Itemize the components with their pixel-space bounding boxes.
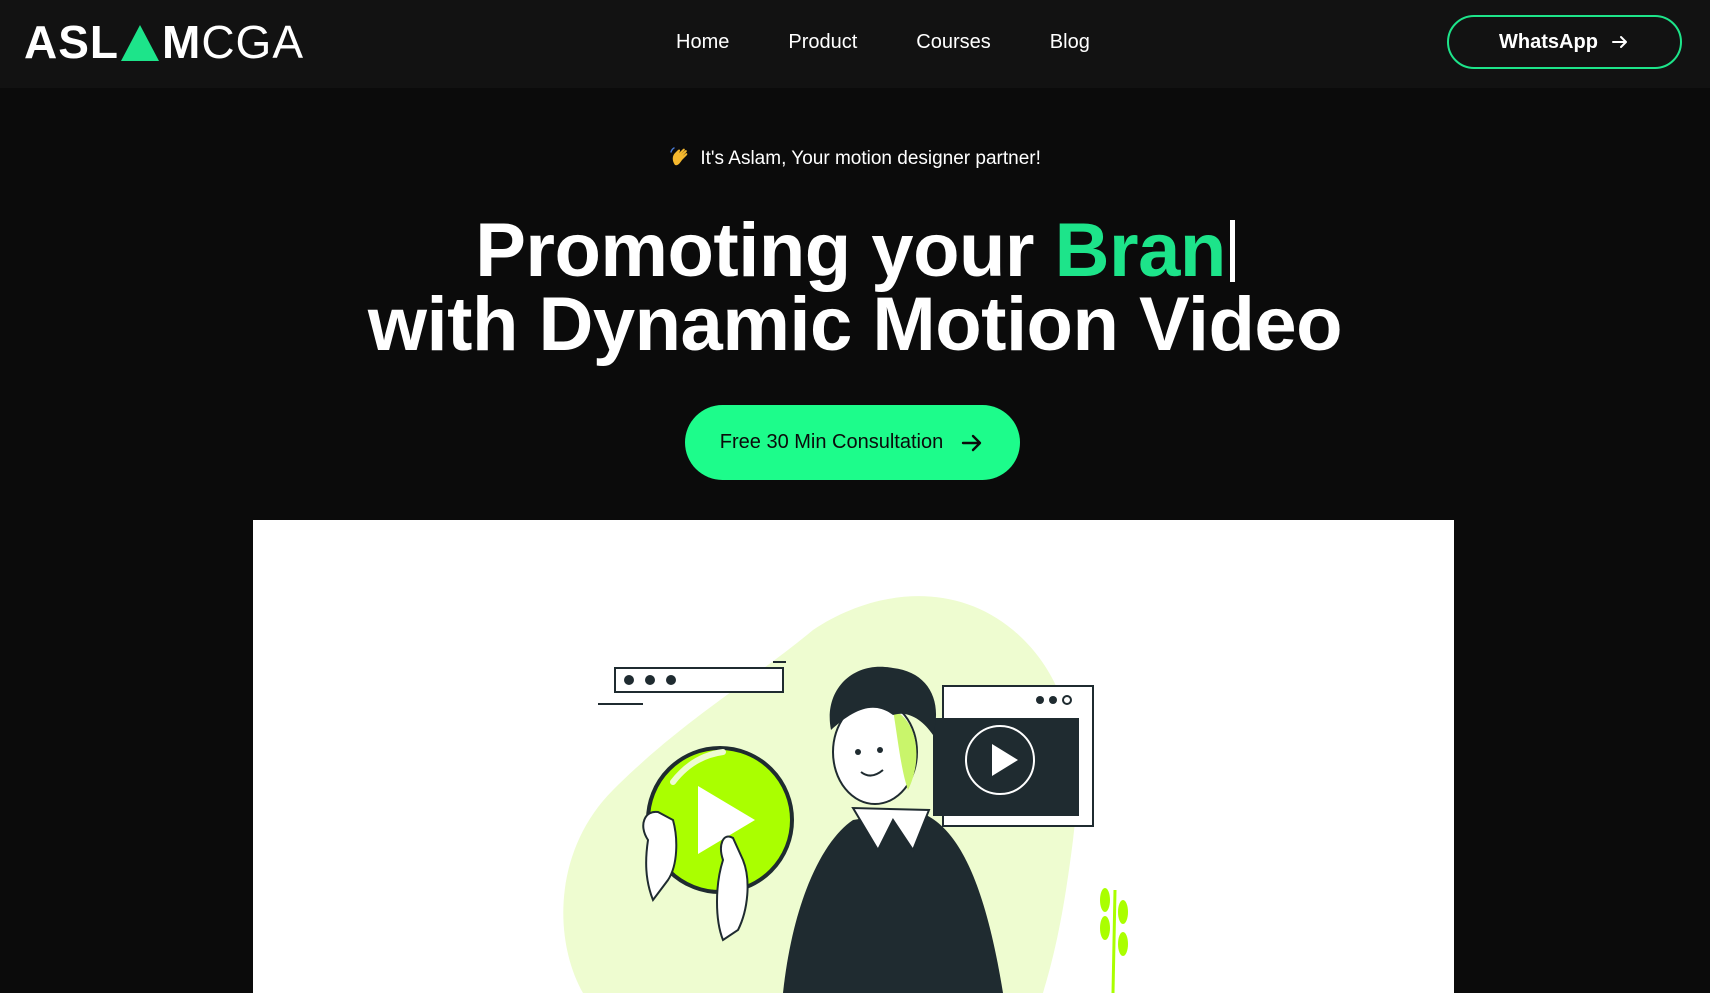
main-nav: Home Product Courses Blog xyxy=(676,28,1149,56)
greeting-text: It's Aslam, Your motion designer partner… xyxy=(700,148,1041,169)
nav-product-link[interactable]: Product xyxy=(788,28,857,56)
headline-line2: with Dynamic Motion Video xyxy=(367,282,1343,367)
consultation-button-label: Free 30 Min Consultation xyxy=(719,431,944,453)
plant-leaf xyxy=(1100,916,1110,940)
window-dot xyxy=(1036,696,1044,704)
whatsapp-button[interactable]: WhatsApp xyxy=(1447,15,1682,69)
plant-leaf xyxy=(1118,900,1128,924)
arrow-right-icon xyxy=(962,434,982,451)
hero-section: It's Aslam, Your motion designer partner… xyxy=(0,88,1710,993)
window-dot xyxy=(1049,696,1057,704)
hero-greeting: It's Aslam, Your motion designer partner… xyxy=(0,145,1710,171)
headline-line1-prefix: Promoting your xyxy=(475,208,1055,293)
green-triangle-icon xyxy=(121,25,159,61)
motion-designer-illustration xyxy=(563,596,1128,993)
nav-blog-link[interactable]: Blog xyxy=(1050,28,1090,56)
nav-courses-link[interactable]: Courses xyxy=(916,28,990,56)
logo-text-part1: ASL xyxy=(24,16,119,68)
browser-dot xyxy=(666,675,676,685)
site-header: ASL M CGA Home Product Courses Blog What… xyxy=(0,0,1710,88)
hero-headline: Promoting your Bran with Dynamic Motion … xyxy=(0,213,1710,363)
waving-hand-icon xyxy=(670,147,688,166)
plant-stem xyxy=(1111,889,1117,993)
person-eye xyxy=(877,747,883,753)
consultation-button[interactable]: Free 30 Min Consultation xyxy=(685,405,1020,480)
browser-bar xyxy=(614,667,784,693)
whatsapp-button-label: WhatsApp xyxy=(1499,30,1598,53)
typing-cursor xyxy=(1229,220,1235,282)
person-eye xyxy=(855,749,861,755)
brand-logo[interactable]: ASL M CGA xyxy=(24,18,304,66)
arrow-right-icon xyxy=(1611,36,1627,48)
browser-dot xyxy=(645,675,655,685)
logo-text-part3: CGA xyxy=(201,16,305,68)
plant-leaf xyxy=(1100,888,1110,912)
nav-home-link[interactable]: Home xyxy=(676,28,729,56)
hero-media-panel xyxy=(253,520,1454,993)
headline-accent-word: Bran xyxy=(1054,208,1227,293)
browser-dot xyxy=(624,675,634,685)
plant-leaf xyxy=(1118,932,1128,956)
logo-text-part2: M xyxy=(162,16,202,68)
